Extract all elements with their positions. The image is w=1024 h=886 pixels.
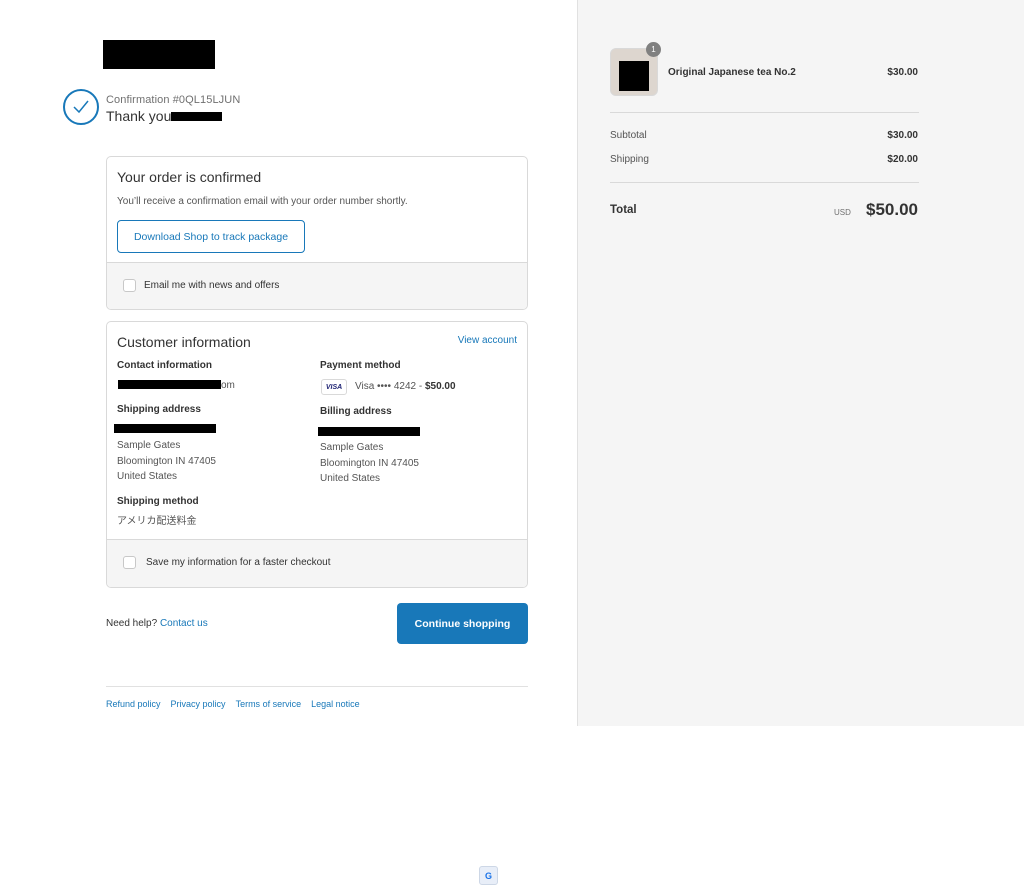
refund-policy-link[interactable]: Refund policy xyxy=(106,699,161,709)
thank-you-text: Thank you xyxy=(106,108,172,124)
customer-name-redacted xyxy=(171,112,222,121)
product-image-redacted xyxy=(619,61,649,91)
summary-divider xyxy=(610,112,919,113)
contact-us-link[interactable]: Contact us xyxy=(160,618,208,629)
shipping-name-redacted xyxy=(114,424,216,433)
order-confirmed-panel: Your order is confirmed You’ll receive a… xyxy=(106,156,528,310)
thank-you-heading: Thank you xyxy=(106,108,171,124)
shipping-value: $20.00 xyxy=(887,154,918,165)
shipping-address-line: Sample Gates xyxy=(117,440,181,451)
footer-links: Refund policy Privacy policy Terms of se… xyxy=(106,699,360,709)
shipping-label: Shipping xyxy=(610,154,649,165)
shipping-method-value: アメリカ配送料金 xyxy=(117,516,197,527)
continue-shopping-button[interactable]: Continue shopping xyxy=(397,603,528,644)
checkmark-icon xyxy=(63,89,99,125)
translate-icon[interactable]: G xyxy=(479,866,498,885)
contact-email-suffix: om xyxy=(221,380,235,391)
help-text: Need help? Contact us xyxy=(106,618,208,629)
help-prefix: Need help? xyxy=(106,618,158,629)
shipping-address-line: Bloomington IN 47405 xyxy=(117,455,216,467)
save-info-checkbox[interactable] xyxy=(123,556,136,569)
confirmation-message: You’ll receive a confirmation email with… xyxy=(117,196,408,207)
billing-address-line: Sample Gates xyxy=(320,442,384,453)
payment-method-heading: Payment method xyxy=(320,360,401,371)
store-logo-redacted xyxy=(103,40,215,69)
billing-address-line: United States xyxy=(320,473,381,484)
terms-of-service-link[interactable]: Terms of service xyxy=(236,699,302,709)
privacy-policy-link[interactable]: Privacy policy xyxy=(171,699,226,709)
shipping-method-heading: Shipping method xyxy=(117,496,199,507)
payment-amount: $50.00 xyxy=(424,381,456,392)
email-opt-in-row: Email me with news and offers xyxy=(107,262,527,309)
product-price: $30.00 xyxy=(887,67,918,78)
billing-address-lines: Sample Gates Bloomington IN 47405 United… xyxy=(320,440,419,487)
email-opt-in-label[interactable]: Email me with news and offers xyxy=(144,280,279,291)
download-shop-button[interactable]: Download Shop to track package xyxy=(117,220,305,253)
subtotal-value: $30.00 xyxy=(887,130,918,141)
email-opt-in-checkbox[interactable] xyxy=(123,279,136,292)
save-info-label[interactable]: Save my information for a faster checkou… xyxy=(146,557,331,568)
order-summary-sidebar xyxy=(577,0,1024,726)
shipping-address-line: United States xyxy=(117,471,178,482)
footer-divider xyxy=(106,686,528,687)
contact-email-redacted xyxy=(118,380,221,389)
contact-heading: Contact information xyxy=(117,360,212,371)
total-currency: USD xyxy=(834,208,851,217)
payment-description: Visa •••• 4242 - $50.00 xyxy=(355,379,456,395)
customer-information-panel: Customer information View account Contac… xyxy=(106,321,528,588)
billing-address-line: Bloomington IN 47405 xyxy=(320,457,419,469)
view-account-link[interactable]: View account xyxy=(458,335,517,346)
subtotal-label: Subtotal xyxy=(610,130,647,141)
product-name: Original Japanese tea No.2 xyxy=(668,67,796,78)
total-amount: $50.00 xyxy=(866,200,918,219)
total-label: Total xyxy=(610,204,637,216)
order-confirmed-title: Your order is confirmed xyxy=(117,169,262,185)
confirmation-number: Confirmation #0QL15LJUN xyxy=(106,94,241,106)
shipping-address-heading: Shipping address xyxy=(117,404,201,415)
summary-divider xyxy=(610,182,919,183)
billing-name-redacted xyxy=(318,427,420,436)
quantity-badge: 1 xyxy=(646,42,661,57)
shipping-address-lines: Sample Gates Bloomington IN 47405 United… xyxy=(117,438,216,485)
payment-card-text: Visa •••• 4242 - xyxy=(355,381,425,392)
legal-notice-link[interactable]: Legal notice xyxy=(311,699,360,709)
customer-info-title: Customer information xyxy=(117,334,251,350)
billing-address-heading: Billing address xyxy=(320,406,392,417)
visa-card-icon: VISA xyxy=(321,379,347,395)
save-info-row: Save my information for a faster checkou… xyxy=(107,539,527,587)
